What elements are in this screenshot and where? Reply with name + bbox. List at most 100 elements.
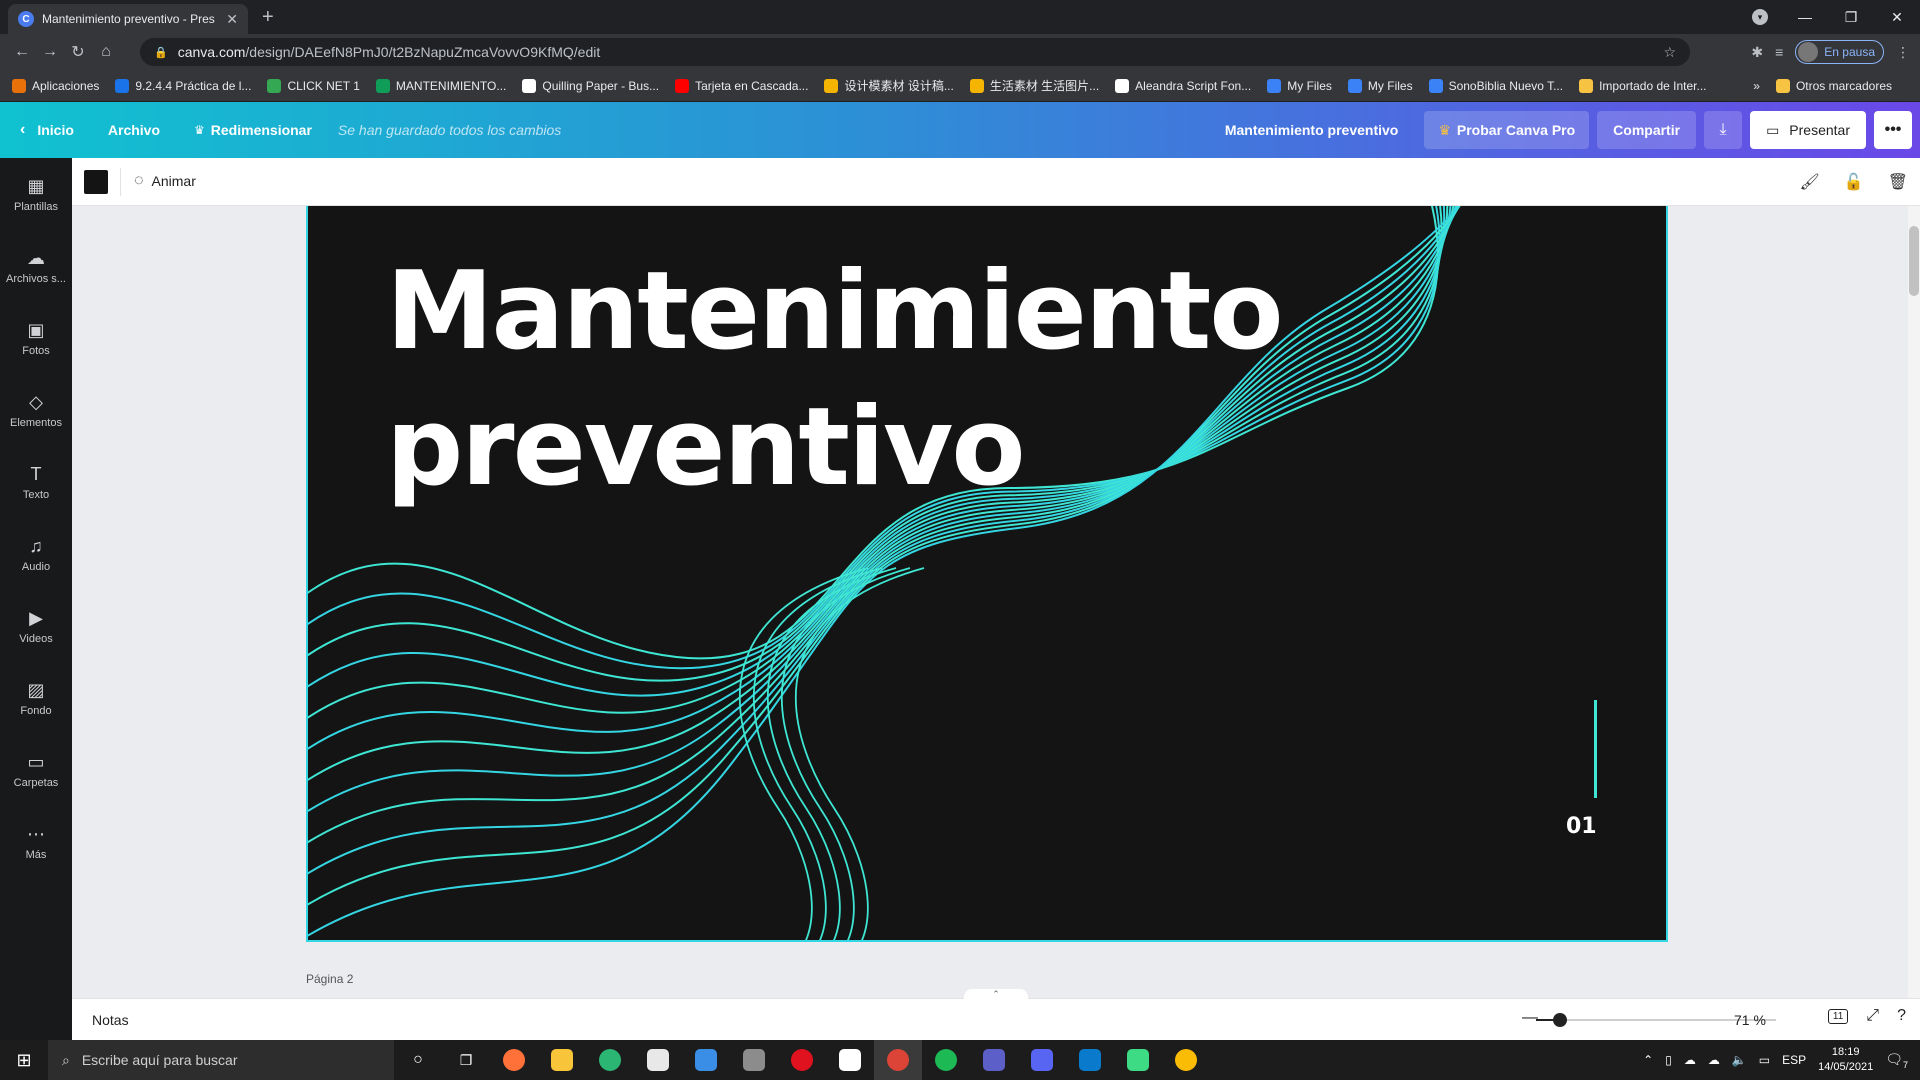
sidebar-item-elementos[interactable]: ◇ Elementos [0, 374, 72, 446]
store-icon[interactable] [634, 1040, 682, 1080]
bookmark-item[interactable]: 设计模素材 设计稿... [824, 77, 954, 94]
bookmark-item[interactable]: Tarjeta en Cascada... [675, 78, 808, 93]
bookmark-item[interactable]: Aplicaciones [12, 78, 99, 93]
download-button[interactable]: ⤓ [1704, 111, 1743, 149]
format-painter-icon[interactable]: 🖌 [1799, 172, 1819, 192]
scrollbar-thumb[interactable] [1909, 226, 1919, 296]
other-bookmarks-folder[interactable]: Otros marcadores [1775, 79, 1892, 93]
lock-icon[interactable]: 🔓 [1844, 172, 1864, 192]
bookmark-item[interactable]: Aleandra Script Fon... [1115, 78, 1251, 93]
bookmark-item[interactable]: SonoBiblia Nuevo T... [1428, 78, 1563, 93]
expand-pages-tab[interactable]: ⌃ [964, 989, 1028, 1001]
taskbar-search[interactable]: ⌕ Escribe aquí para buscar [48, 1040, 394, 1080]
teams-icon[interactable] [970, 1040, 1018, 1080]
help-icon[interactable]: ? [1897, 1007, 1906, 1025]
sidebar-item-fondo[interactable]: ▨ Fondo [0, 662, 72, 734]
media-control-icon[interactable]: ≡ [1775, 44, 1783, 60]
upload-cloud-icon: ☁ [27, 247, 45, 268]
bookmark-item[interactable]: MANTENIMIENTO... [375, 78, 506, 93]
trash-icon[interactable]: 🗑 [1888, 172, 1908, 192]
extensions-icon[interactable]: ✱ [1751, 44, 1763, 61]
onedrive-icon[interactable]: ☁ [1684, 1053, 1696, 1067]
slide-title[interactable]: Mantenimiento preventivo [386, 244, 1284, 516]
firefox-icon[interactable] [490, 1040, 538, 1080]
opera-icon[interactable] [778, 1040, 826, 1080]
more-options-button[interactable]: ••• [1874, 111, 1912, 149]
calculator-icon[interactable] [730, 1040, 778, 1080]
bookmark-item[interactable]: My Files [1267, 78, 1332, 93]
new-tab-icon[interactable]: + [262, 6, 274, 29]
zoom-slider-handle[interactable] [1553, 1013, 1567, 1027]
profile-button[interactable]: En pausa [1795, 40, 1884, 64]
clock[interactable]: 18:19 14/05/2021 [1818, 1045, 1873, 1075]
chrome-icon[interactable] [1162, 1040, 1210, 1080]
sidebar-item-más[interactable]: ⋯ Más [0, 806, 72, 878]
bookmark-star-icon[interactable]: ☆ [1663, 44, 1676, 61]
phone-link-icon[interactable]: ▯ [1665, 1053, 1672, 1067]
minimize-icon[interactable]: — [1782, 9, 1828, 25]
page-grid-button[interactable]: 11 [1827, 1008, 1849, 1024]
cortana-icon[interactable]: ○ [394, 1040, 442, 1080]
slide-number[interactable]: 01 [1566, 814, 1597, 839]
network-icon[interactable]: ▭ [1759, 1053, 1770, 1067]
vscode-icon[interactable] [1066, 1040, 1114, 1080]
sidebar-item-fotos[interactable]: ▣ Fotos [0, 302, 72, 374]
restore-icon[interactable]: ❐ [1828, 9, 1874, 26]
cloud-icon[interactable]: ☁ [1708, 1053, 1720, 1067]
zoom-value[interactable]: 71 % [1734, 1012, 1766, 1028]
windows-start-icon[interactable]: ⊞ [0, 1050, 48, 1071]
file-explorer-icon[interactable] [538, 1040, 586, 1080]
zoom-out-icon[interactable]: — [1522, 1009, 1538, 1027]
tab-search-icon[interactable]: ▾ [1752, 9, 1768, 25]
chevron-up-icon[interactable]: ⌃ [1643, 1053, 1653, 1067]
bookmarks-overflow-icon[interactable]: » [1753, 79, 1760, 93]
fullscreen-icon[interactable]: ⤢ [1866, 1007, 1879, 1025]
back-icon[interactable]: ← [8, 43, 36, 61]
sidebar-item-archivos-s[interactable]: ☁ Archivos s... [0, 230, 72, 302]
animate-button[interactable]: ◌ Animar [134, 172, 196, 190]
present-button[interactable]: ▭ Presentar [1750, 111, 1866, 149]
sidebar-item-carpetas[interactable]: ▭ Carpetas [0, 734, 72, 806]
color-swatch[interactable] [84, 170, 108, 194]
try-canva-pro-button[interactable]: ♛ Probar Canva Pro [1424, 111, 1590, 149]
resize-button[interactable]: ♛ Redimensionar [194, 122, 312, 138]
address-bar[interactable]: 🔒 canva.com /design/DAEefN8PmJ0/t2BzNapu… [140, 38, 1690, 66]
slide-page-1[interactable]: Mantenimiento preventivo 01 [306, 206, 1668, 942]
mail-icon[interactable] [682, 1040, 730, 1080]
notes-button[interactable]: Notas [92, 1012, 129, 1028]
bookmark-item[interactable]: CLICK NET 1 [267, 78, 360, 93]
close-tab-icon[interactable]: ✕ [226, 11, 238, 28]
task-view-icon[interactable]: ❐ [442, 1040, 490, 1080]
bookmark-item[interactable]: My Files [1347, 78, 1413, 93]
discord-icon[interactable] [1018, 1040, 1066, 1080]
browser-tab-strip: C Mantenimiento preventivo - Pres ✕ + ▾ … [0, 0, 1920, 34]
sidebar-item-videos[interactable]: ▶ Videos [0, 590, 72, 662]
volume-icon[interactable]: 🔈 [1732, 1053, 1747, 1067]
bookmark-item[interactable]: Quilling Paper - Bus... [522, 78, 659, 93]
chrome-profile-icon[interactable] [874, 1040, 922, 1080]
file-menu-button[interactable]: Archivo [108, 122, 160, 138]
notification-center-icon[interactable]: 🗨7 [1885, 1051, 1908, 1070]
home-icon[interactable]: ⌂ [92, 43, 120, 61]
browser-menu-icon[interactable]: ⋮ [1896, 44, 1910, 61]
share-button[interactable]: Compartir [1597, 111, 1697, 149]
bookmark-item[interactable]: 9.2.4.4 Práctica de l... [115, 78, 251, 93]
sidebar-item-texto[interactable]: T Texto [0, 446, 72, 518]
language-indicator[interactable]: ESP [1782, 1053, 1806, 1067]
browser-tab[interactable]: C Mantenimiento preventivo - Pres ✕ [8, 4, 248, 34]
bookmarks-right: » Otros marcadores [1753, 70, 1908, 102]
close-window-icon[interactable]: ✕ [1874, 9, 1920, 26]
bookmark-item[interactable]: 生活素材 生活图片... [969, 77, 1099, 94]
notepad-icon[interactable] [826, 1040, 874, 1080]
android-studio-icon[interactable] [1114, 1040, 1162, 1080]
vertical-scrollbar[interactable] [1908, 206, 1920, 998]
forward-icon[interactable]: → [36, 43, 64, 61]
edge-icon[interactable] [586, 1040, 634, 1080]
sidebar-item-plantillas[interactable]: ▦ Plantillas [0, 158, 72, 230]
bookmark-item[interactable]: Importado de Inter... [1579, 78, 1707, 93]
reload-icon[interactable]: ↻ [64, 42, 92, 62]
spotify-icon[interactable] [922, 1040, 970, 1080]
sidebar-item-audio[interactable]: ♫ Audio [0, 518, 72, 590]
home-button[interactable]: ‹ Inicio [20, 121, 74, 139]
document-title[interactable]: Mantenimiento preventivo [1225, 122, 1398, 138]
